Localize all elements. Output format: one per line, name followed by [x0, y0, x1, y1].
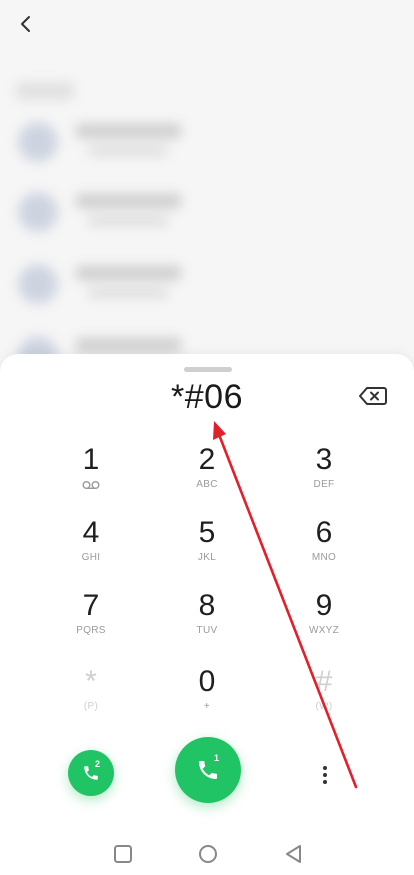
back-button[interactable] [12, 10, 40, 38]
key-7[interactable]: 7 PQRS [36, 588, 146, 652]
blurred-call-list [0, 0, 414, 376]
blurred-list-item [18, 120, 378, 170]
dialed-number-display[interactable]: *#06 [100, 376, 314, 418]
voicemail-icon [82, 481, 100, 490]
call-log-background [0, 0, 414, 376]
blurred-section-header [16, 82, 74, 100]
key-digit: 4 [82, 516, 100, 549]
backspace-button[interactable] [358, 384, 388, 408]
nav-triangle-icon [286, 845, 301, 863]
key-letters: JKL [197, 552, 217, 563]
recent-apps-button[interactable] [111, 842, 135, 866]
backspace-icon [359, 387, 387, 405]
key-letters: (P) [83, 701, 99, 712]
key-star[interactable]: * (P) [36, 664, 146, 728]
back-nav-button[interactable] [282, 842, 306, 866]
key-4[interactable]: 4 GHI [36, 515, 146, 579]
key-3[interactable]: 3 DEF [269, 442, 379, 506]
key-letters: WXYZ [308, 625, 340, 636]
key-digit: # [315, 665, 333, 698]
sim-number-badge: 2 [95, 759, 101, 769]
key-digit: 8 [198, 589, 216, 622]
more-options-button[interactable] [310, 760, 340, 790]
sheet-drag-handle[interactable] [184, 367, 232, 372]
home-button[interactable] [196, 842, 220, 866]
key-digit: * [85, 665, 97, 698]
blurred-list-item [18, 190, 378, 240]
dialpad-sheet: *#06 1 2 ABC 3 DEF 4 GHI 5 JKL 6 MNO 7 P… [0, 354, 414, 875]
key-letters: PQRS [76, 625, 106, 636]
key-2[interactable]: 2 ABC [152, 442, 262, 506]
blurred-list-item [18, 262, 378, 312]
key-8[interactable]: 8 TUV [152, 588, 262, 652]
key-letters: MNO [311, 552, 337, 563]
key-letters: + [203, 701, 211, 712]
nav-square-icon [114, 845, 132, 863]
call-sim1-button[interactable]: 1 [175, 737, 241, 803]
key-letters: TUV [196, 625, 218, 636]
call-sim2-button[interactable]: 2 [68, 750, 114, 796]
key-0[interactable]: 0 + [152, 664, 262, 728]
key-6[interactable]: 6 MNO [269, 515, 379, 579]
sim-number-badge: 1 [214, 753, 220, 763]
key-letters: ABC [196, 479, 218, 490]
key-digit: 3 [315, 443, 333, 476]
key-1[interactable]: 1 [36, 442, 146, 506]
key-9[interactable]: 9 WXYZ [269, 588, 379, 652]
system-navigation-bar [0, 834, 414, 874]
key-letters: DEF [313, 479, 335, 490]
key-digit: 9 [315, 589, 333, 622]
key-digit: 2 [198, 443, 216, 476]
key-digit: 5 [198, 516, 216, 549]
nav-circle-icon [199, 845, 217, 863]
key-letters: GHI [81, 552, 101, 563]
back-arrow-icon [21, 16, 30, 32]
more-vertical-icon [323, 766, 327, 784]
key-digit: 1 [82, 443, 100, 476]
key-digit: 6 [315, 516, 333, 549]
key-5[interactable]: 5 JKL [152, 515, 262, 579]
key-digit: 0 [198, 665, 216, 698]
key-digit: 7 [82, 589, 100, 622]
key-letters: (W) [315, 701, 333, 712]
key-hash[interactable]: # (W) [269, 664, 379, 728]
